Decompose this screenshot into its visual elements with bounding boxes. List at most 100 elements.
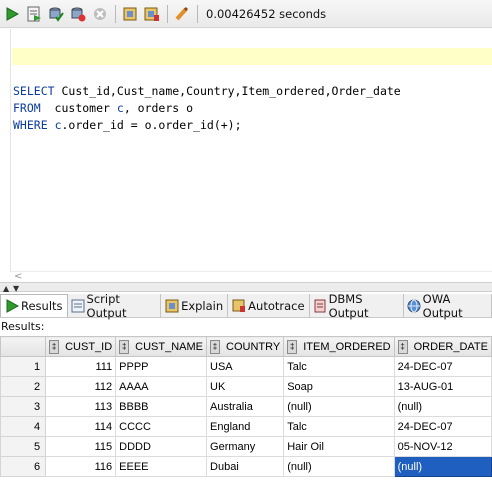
cell-item-ordered[interactable]: Hair Oil (283, 436, 395, 457)
select-columns: Cust_id,Cust_name,Country,Item_ordered,O… (54, 84, 401, 98)
clear-icon[interactable] (173, 5, 191, 23)
cell-cust-name[interactable]: BBBB (115, 396, 208, 417)
cell-cust-id[interactable]: 116 (45, 456, 117, 477)
collapse-up-icon[interactable]: ▲ (3, 284, 9, 293)
column-header-label: COUNTRY (226, 340, 281, 353)
cell-order-date[interactable]: 05-NOV-12 (393, 436, 492, 457)
table-row[interactable]: 4 114 CCCC England Talc 24-DEC-07 (0, 416, 492, 437)
autotrace-tab-icon (231, 298, 246, 313)
column-header-label: ORDER_DATE (413, 340, 488, 353)
table-row[interactable]: 1 111 PPPP USA Talc 24-DEC-07 (0, 356, 492, 377)
row-number-header (0, 336, 47, 357)
where-condition: .order_id = o.order_id(+); (61, 118, 242, 132)
column-key-icon: ‡ (397, 339, 408, 354)
editor-gutter (0, 29, 11, 272)
cell-item-ordered[interactable]: Soap (283, 376, 395, 397)
toolbar-separator (167, 4, 168, 23)
row-number[interactable]: 5 (0, 436, 47, 457)
scroll-left-icon[interactable]: < (14, 271, 22, 282)
cell-country[interactable]: Australia (206, 396, 285, 417)
commit-icon[interactable] (47, 5, 65, 23)
table-row[interactable]: 5 115 DDDD Germany Hair Oil 05-NOV-12 (0, 436, 492, 457)
owa-output-icon (407, 298, 421, 313)
cell-cust-id[interactable]: 113 (45, 396, 117, 417)
cell-order-date[interactable]: 24-DEC-07 (393, 416, 492, 437)
tab-owa-output[interactable]: OWA Output (404, 291, 492, 320)
cell-item-ordered[interactable]: Talc (283, 356, 395, 377)
tab-script-output[interactable]: Script Output (68, 292, 162, 320)
cell-country[interactable]: Dubai (206, 456, 285, 477)
tab-dbms-output[interactable]: DBMS Output (310, 292, 404, 320)
output-tabs: Results Script Output Explain Autotrace … (0, 291, 492, 320)
row-number[interactable]: 2 (0, 376, 47, 397)
cell-country[interactable]: UK (206, 376, 285, 397)
keyword-from: FROM (13, 101, 41, 115)
cell-item-ordered[interactable]: (null) (283, 396, 395, 417)
code-line-3: WHERE c.order_id = o.order_id(+); (13, 117, 401, 134)
current-line-highlight (12, 48, 492, 65)
column-header-order-date[interactable]: ‡ ORDER_DATE (393, 336, 492, 357)
dbms-output-icon (313, 298, 327, 313)
cell-order-date[interactable]: 24-DEC-07 (393, 356, 492, 377)
results-grid[interactable]: ‡ CUST_ID ‡ CUST_NAME ‡ COUNTRY ‡ ITEM_ORDER… (0, 336, 492, 477)
explain-plan-icon[interactable] (121, 5, 139, 23)
cancel-icon[interactable] (91, 5, 109, 23)
toolbar-separator (197, 4, 198, 23)
cell-order-date-selected[interactable]: (null) (393, 456, 492, 477)
row-number[interactable]: 4 (0, 416, 47, 437)
table-row[interactable]: 3 113 BBBB Australia (null) (null) (0, 396, 492, 417)
sql-editor[interactable]: SELECT Cust_id,Cust_name,Country,Item_or… (0, 29, 492, 282)
cell-country[interactable]: Germany (206, 436, 285, 457)
cell-cust-id[interactable]: 114 (45, 416, 117, 437)
cell-order-date[interactable]: (null) (393, 396, 492, 417)
toolbar-separator (115, 4, 116, 23)
keyword-where: WHERE (13, 118, 48, 132)
cell-cust-id[interactable]: 112 (45, 376, 117, 397)
elapsed-time: 0.00426452 seconds (206, 6, 327, 21)
cell-cust-name[interactable]: DDDD (115, 436, 208, 457)
tab-autotrace[interactable]: Autotrace (228, 294, 310, 317)
cell-cust-id[interactable]: 111 (45, 356, 117, 377)
run-script-icon[interactable] (25, 5, 43, 23)
explain-icon (164, 298, 179, 313)
cell-country[interactable]: England (206, 416, 285, 437)
collapse-down-icon[interactable]: ▼ (13, 284, 19, 293)
column-header-item-ordered[interactable]: ‡ ITEM_ORDERED (283, 336, 395, 357)
code-line-1: SELECT Cust_id,Cust_name,Country,Item_or… (13, 83, 401, 100)
cell-cust-name[interactable]: PPPP (115, 356, 208, 377)
alias-c: c (116, 101, 124, 115)
tab-explain[interactable]: Explain (161, 294, 229, 317)
column-key-icon: ‡ (119, 339, 130, 354)
table-row[interactable]: 6 116 EEEE Dubai (null) (null) (0, 456, 492, 477)
from-table-2: , orders o (123, 101, 194, 115)
sql-code[interactable]: SELECT Cust_id,Cust_name,Country,Item_or… (13, 83, 401, 134)
column-header-cust-name[interactable]: ‡ CUST_NAME (115, 336, 208, 357)
tab-results[interactable]: Results (0, 294, 68, 317)
column-header-label: CUST_NAME (135, 340, 204, 353)
editor-horizontal-scrollbar[interactable]: < (10, 271, 492, 282)
column-header-cust-id[interactable]: ‡ CUST_ID (45, 336, 117, 357)
cell-country[interactable]: USA (206, 356, 285, 377)
cell-cust-id[interactable]: 115 (45, 436, 117, 457)
rollback-icon[interactable] (69, 5, 87, 23)
from-table: customer (40, 101, 117, 115)
row-number[interactable]: 1 (0, 356, 47, 377)
column-key-icon: ‡ (49, 339, 60, 354)
column-header-country[interactable]: ‡ COUNTRY (206, 336, 285, 357)
cell-cust-name[interactable]: AAAA (115, 376, 208, 397)
cell-cust-name[interactable]: EEEE (115, 456, 208, 477)
cell-item-ordered[interactable]: (null) (283, 456, 395, 477)
tab-owa-output-label: OWA Output (422, 291, 463, 320)
autotrace-icon[interactable] (143, 5, 161, 23)
row-number[interactable]: 6 (0, 456, 47, 477)
column-header-label: CUST_ID (65, 340, 113, 353)
tab-autotrace-label: Autotrace (248, 298, 305, 313)
table-row[interactable]: 2 112 AAAA UK Soap 13-AUG-01 (0, 376, 492, 397)
pane-splitter[interactable]: ▲ ▼ (0, 282, 492, 293)
cell-order-date[interactable]: 13-AUG-01 (393, 376, 492, 397)
cell-item-ordered[interactable]: Talc (283, 416, 395, 437)
row-number[interactable]: 3 (0, 396, 47, 417)
cell-cust-name[interactable]: CCCC (115, 416, 208, 437)
column-key-icon: ‡ (210, 339, 221, 354)
run-statement-icon[interactable] (3, 5, 21, 23)
